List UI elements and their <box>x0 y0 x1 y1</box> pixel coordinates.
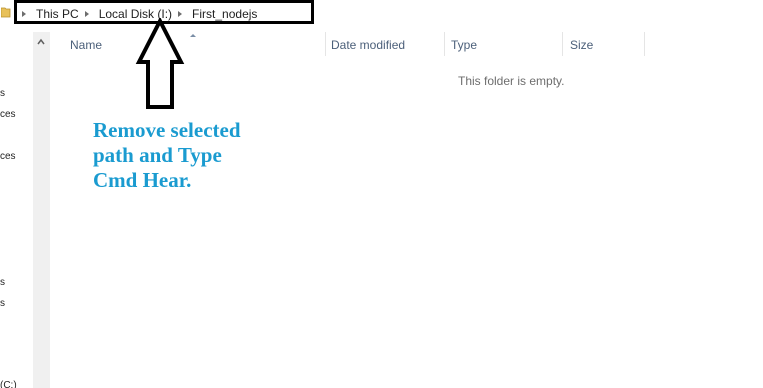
navigation-pane[interactable]: s ces ces s s (C:) <box>0 26 33 388</box>
breadcrumb-first-nodejs[interactable]: First_nodejs <box>192 7 257 21</box>
sort-ascending-icon <box>190 34 196 37</box>
nav-item-fragment[interactable]: ces <box>0 109 16 120</box>
column-type[interactable]: Type <box>451 32 477 58</box>
column-divider[interactable] <box>444 32 445 56</box>
nav-scrollbar[interactable] <box>33 32 50 388</box>
chevron-right-icon[interactable] <box>178 11 183 17</box>
column-divider[interactable] <box>562 32 563 56</box>
chevron-right-icon[interactable] <box>84 11 89 17</box>
nav-item-fragment[interactable]: s <box>0 277 5 288</box>
column-size[interactable]: Size <box>570 32 593 58</box>
breadcrumb-this-pc[interactable]: This PC <box>36 7 79 21</box>
nav-item-fragment[interactable]: (C:) <box>0 380 17 388</box>
annotation-line: Cmd Hear. <box>93 168 192 192</box>
scroll-up-arrow-icon[interactable] <box>37 38 45 46</box>
annotation-line: path and Type <box>93 143 222 167</box>
address-bar[interactable]: This PC Local Disk (I:) First_nodejs <box>0 0 763 26</box>
empty-folder-message: This folder is empty. <box>458 74 565 88</box>
column-divider[interactable] <box>644 32 645 56</box>
nav-item-fragment[interactable]: s <box>0 298 5 309</box>
nav-item-fragment[interactable]: s <box>0 88 5 99</box>
up-arrow-annotation-icon <box>135 18 185 109</box>
column-date-modified[interactable]: Date modified <box>331 32 405 58</box>
nav-item-fragment[interactable]: ces <box>0 151 16 162</box>
annotation-line: Remove selected <box>93 118 241 142</box>
column-divider[interactable] <box>325 32 326 56</box>
annotation-text: Remove selected path and Type Cmd Hear. <box>93 118 293 193</box>
folder-icon <box>1 7 11 18</box>
column-name[interactable]: Name <box>70 32 102 58</box>
chevron-right-icon[interactable] <box>22 11 26 17</box>
